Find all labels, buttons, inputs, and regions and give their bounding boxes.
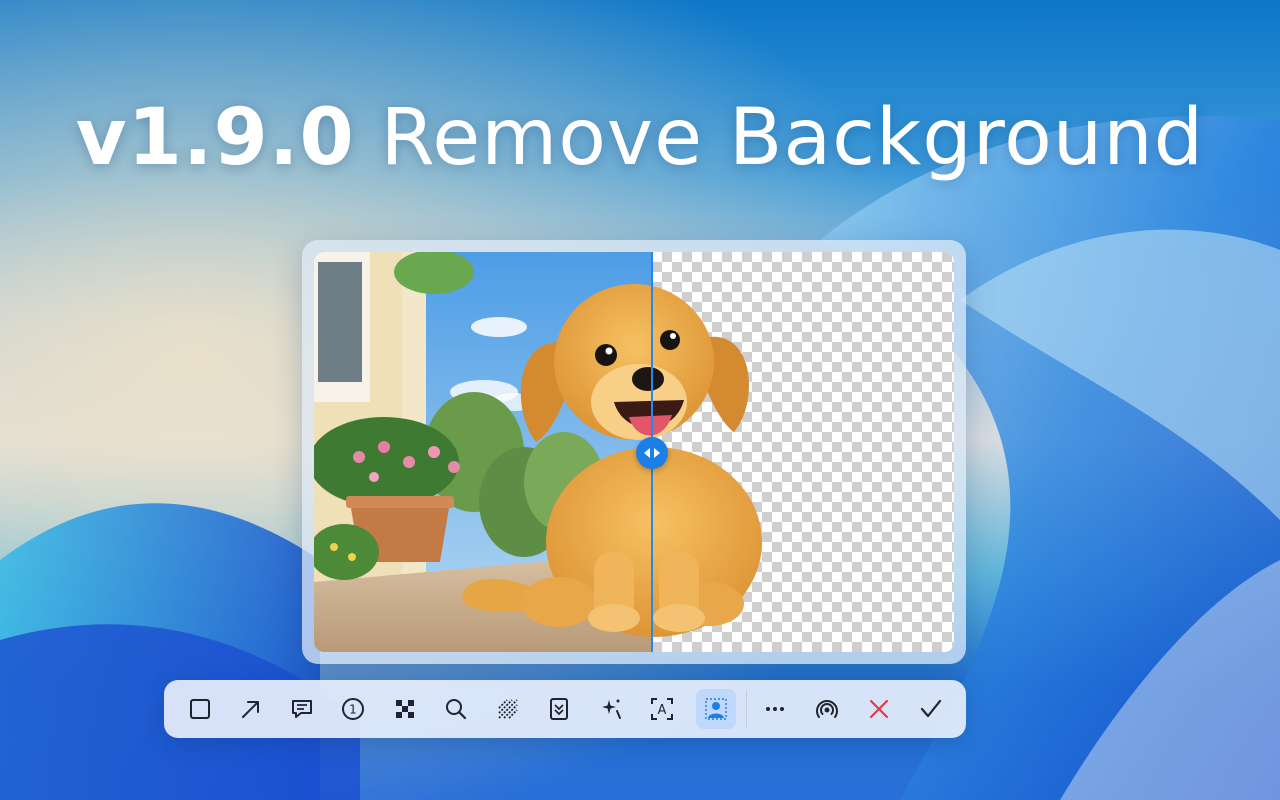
step-number-tool[interactable]: 1	[333, 689, 373, 729]
highlight-tool[interactable]	[539, 689, 579, 729]
confirm-button[interactable]	[911, 689, 951, 729]
headline-text: Remove Background	[380, 93, 1205, 183]
more-button[interactable]	[755, 689, 795, 729]
sparkle-icon	[602, 699, 621, 719]
text-recognize-icon: A	[651, 698, 673, 720]
annotation-toolbar: 1 A	[164, 680, 966, 738]
headline-version: v1.9.0	[75, 93, 355, 183]
pin-button[interactable]	[807, 689, 847, 729]
search-icon	[446, 699, 467, 720]
arrow-up-right-icon	[242, 701, 259, 718]
mosaic-tool[interactable]	[385, 689, 425, 729]
ocr-tool[interactable]: A	[642, 689, 682, 729]
mosaic-icon	[396, 700, 414, 718]
dog-subject	[462, 284, 762, 637]
marker-icon	[550, 698, 568, 720]
check-icon	[920, 699, 942, 718]
remove-background-tool[interactable]	[696, 689, 736, 729]
close-icon	[869, 699, 889, 719]
rectangle-tool[interactable]	[180, 689, 220, 729]
text-bubble-tool[interactable]	[282, 689, 322, 729]
blur-tool[interactable]	[488, 689, 528, 729]
step-number-glyph: 1	[349, 703, 357, 717]
person-cutout-icon	[705, 698, 727, 720]
ocr-glyph: A	[658, 703, 667, 718]
circled-number-icon: 1	[342, 698, 364, 720]
cancel-button[interactable]	[859, 689, 899, 729]
square-icon	[190, 699, 210, 719]
headline: v1.9.0 Remove Background	[0, 92, 1280, 184]
drag-arrows-icon	[644, 448, 660, 458]
compare-slider-handle[interactable]	[636, 437, 668, 469]
toolbar-separator	[746, 690, 747, 728]
hatch-lines-icon	[498, 699, 518, 719]
more-dots-icon	[766, 707, 784, 711]
magic-tool[interactable]	[591, 689, 631, 729]
speech-bubble-icon	[292, 700, 312, 718]
broadcast-icon	[816, 700, 838, 718]
arrow-tool[interactable]	[231, 689, 271, 729]
image-canvas[interactable]	[314, 252, 954, 652]
magnifier-tool[interactable]	[436, 689, 476, 729]
